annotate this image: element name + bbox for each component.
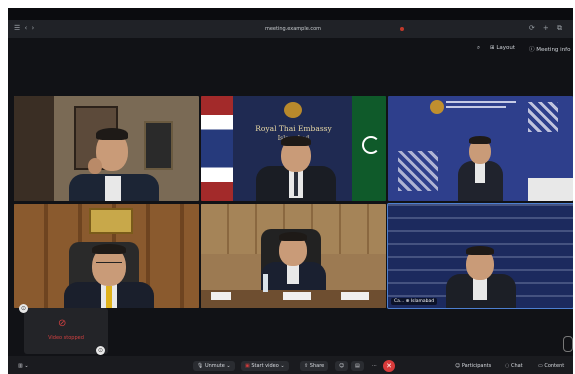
layout-button[interactable]: ⊞ Layout — [490, 45, 515, 51]
content-button[interactable]: ▭ Content — [534, 361, 568, 371]
share-label: Share — [309, 363, 325, 369]
meeting-info-button[interactable]: ⓘ Meeting info — [529, 45, 571, 53]
browser-nav-controls[interactable]: ☰ ‹ › — [14, 24, 35, 32]
video-tile-participant-3[interactable] — [388, 96, 573, 201]
bookshelf — [14, 96, 54, 201]
captions-icon[interactable]: ▤ — [351, 361, 364, 371]
embassy-emblem-icon — [284, 102, 302, 118]
wall-frame-dark — [144, 121, 173, 170]
participant-6-name-tag: Ca... ⊕ Islamabad — [391, 298, 438, 305]
participants-button[interactable]: ☺ Participants — [451, 361, 495, 371]
unmute-label: Unmute — [204, 363, 225, 369]
content-label: Content — [544, 363, 565, 369]
name-plate — [211, 292, 231, 300]
search-icon[interactable]: ⌕ — [477, 45, 480, 52]
desk — [528, 178, 573, 201]
wall-portrait — [89, 208, 133, 234]
share-button[interactable]: ⇪ Share — [300, 361, 329, 371]
video-off-icon: ▣ — [245, 363, 250, 369]
embassy-emblem-icon — [430, 100, 444, 114]
self-view-panel[interactable]: ⊘ Video stopped ⊙ ⊙ — [19, 304, 108, 355]
camera-off-icon: ⊘ — [58, 318, 67, 329]
browser-window-controls[interactable]: ⟳ + ⧉ — [529, 24, 565, 33]
view-options-icon[interactable]: ▥ ⌄ — [14, 361, 33, 371]
video-tile-participant-2[interactable]: Royal Thai Embassy Islamabad — [201, 96, 386, 201]
more-options-icon[interactable]: ··· — [368, 361, 381, 371]
window-titlebar — [8, 8, 573, 20]
water-bottle — [263, 274, 268, 292]
pattern-decor — [398, 151, 438, 191]
layout-label: Layout — [496, 45, 516, 51]
end-call-button[interactable]: ✕ — [383, 360, 395, 372]
self-view-menu-icon[interactable]: ⊙ — [19, 304, 28, 313]
video-tile-participant-4[interactable] — [14, 204, 199, 308]
reactions-icon[interactable]: ☺ — [335, 361, 349, 371]
chat-label: Chat — [510, 363, 523, 369]
video-tile-participant-6[interactable]: Ca... ⊕ Islamabad — [387, 203, 573, 309]
video-tile-participant-1[interactable] — [14, 96, 199, 201]
thai-flag — [201, 96, 233, 201]
banner-text-line — [446, 106, 506, 108]
start-video-button[interactable]: ▣ Start video ⌄ — [241, 361, 289, 371]
address-bar[interactable]: meeting.example.com — [213, 24, 373, 34]
chat-button[interactable]: ◌ Chat — [501, 361, 527, 371]
video-tile-participant-5[interactable] — [201, 204, 386, 308]
start-video-label: Start video — [251, 363, 279, 369]
pattern-decor — [528, 102, 558, 132]
recording-indicator-icon — [400, 27, 404, 31]
meeting-info-label: Meeting info — [536, 47, 571, 53]
meeting-toolbar: ▥ ⌄ 🎙 Unmute ⌄ ▣ Start video ⌄ ⇪ Share ☺… — [8, 356, 573, 374]
banner-text-line — [446, 101, 516, 103]
unmute-button[interactable]: 🎙 Unmute ⌄ — [193, 361, 235, 371]
name-plate — [283, 292, 311, 300]
self-view-expand-icon[interactable]: ⊙ — [96, 346, 105, 355]
name-plate — [341, 292, 369, 300]
video-stopped-label: Video stopped — [48, 335, 84, 341]
participants-label: Participants — [461, 363, 492, 369]
embassy-banner-title: Royal Thai Embassy — [255, 124, 332, 133]
browser-toolbar: ☰ ‹ › meeting.example.com ⟳ + ⧉ — [8, 20, 573, 38]
scroll-indicator[interactable] — [563, 336, 573, 352]
pakistan-flag — [352, 96, 386, 201]
meeting-app-window: ☰ ‹ › meeting.example.com ⟳ + ⧉ ⌕ ⊞ Layo… — [8, 8, 573, 374]
